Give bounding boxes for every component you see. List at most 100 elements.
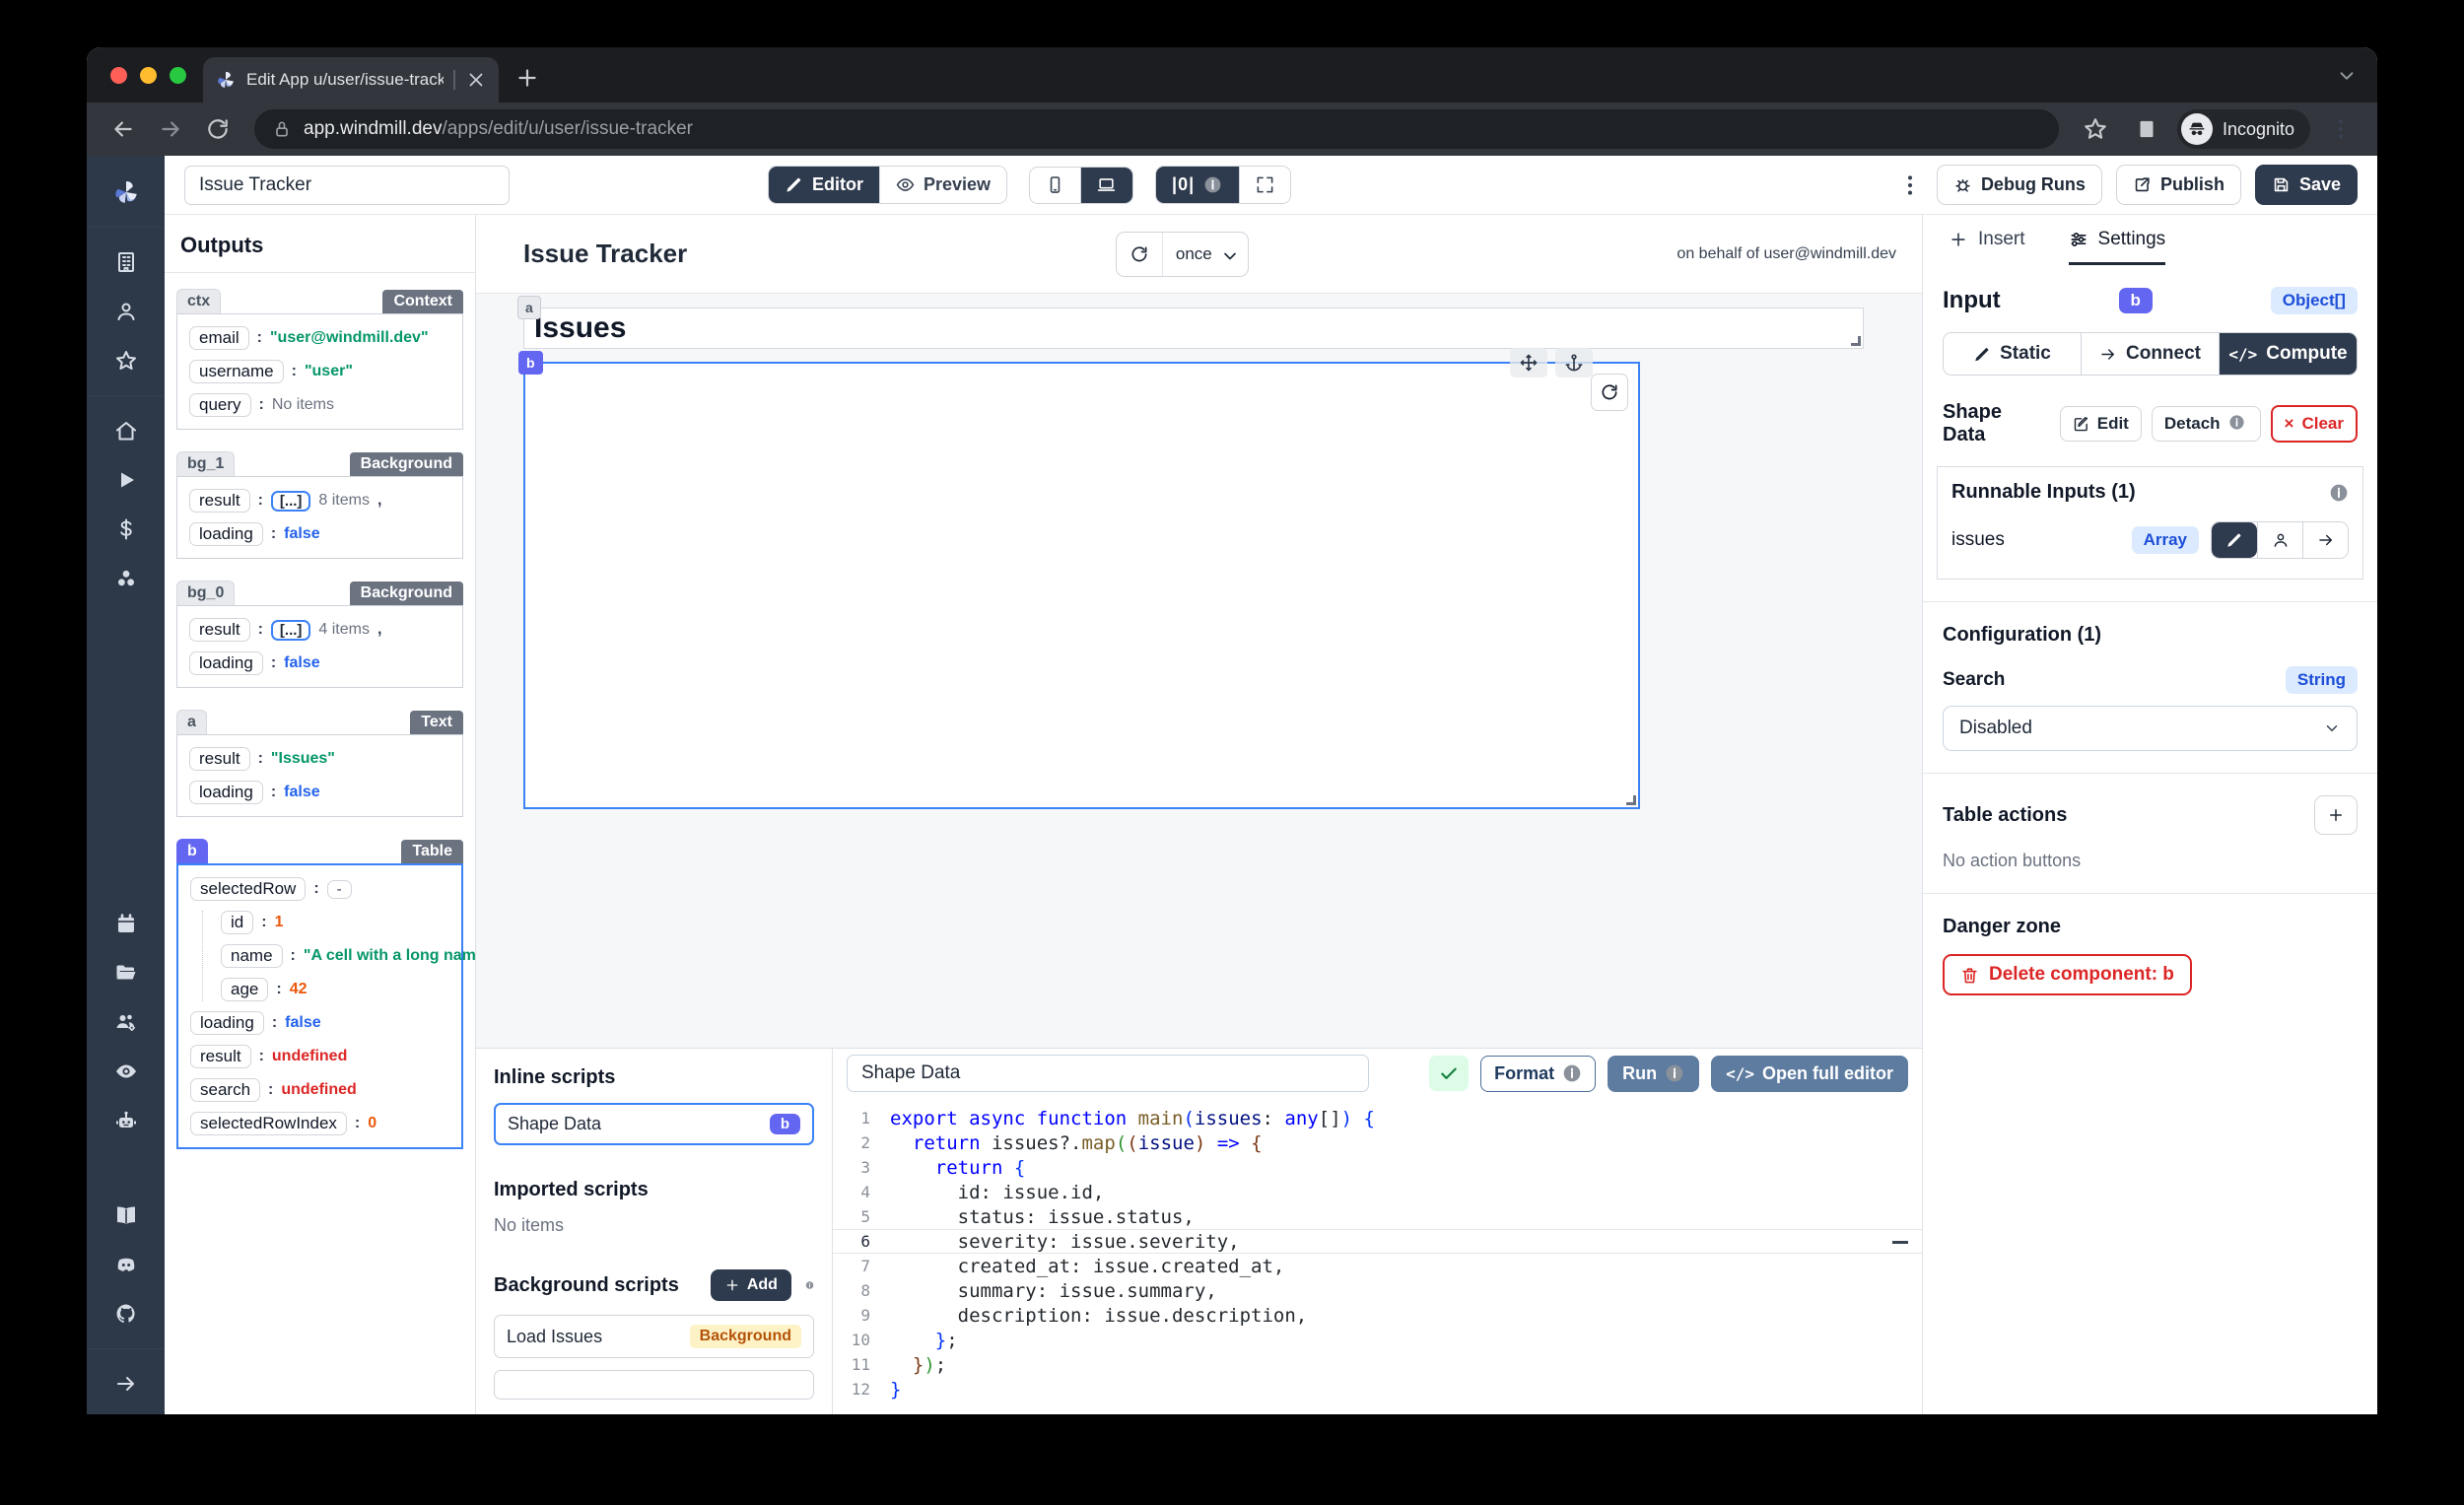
book-icon[interactable]: [103, 1191, 149, 1240]
code-editor[interactable]: 1export async function main(issues: any[…: [833, 1098, 1922, 1414]
open-full-editor-button[interactable]: </>Open full editor: [1711, 1056, 1908, 1092]
output-key[interactable]: search: [190, 1078, 260, 1102]
browser-menu-icon[interactable]: [2328, 116, 2354, 142]
output-key[interactable]: loading: [190, 1011, 264, 1035]
output-key[interactable]: name: [221, 944, 283, 968]
star-icon[interactable]: [103, 336, 149, 385]
output-card-chip[interactable]: b: [176, 839, 208, 863]
cubes-icon[interactable]: [103, 554, 149, 603]
script-name-input[interactable]: [847, 1055, 1369, 1092]
output-key[interactable]: id: [221, 911, 253, 934]
resize-handle[interactable]: [1851, 336, 1861, 346]
zoom-level-button[interactable]: |0|: [1156, 167, 1239, 203]
windmill-logo-icon[interactable]: [103, 168, 149, 217]
output-key[interactable]: age: [221, 978, 268, 1001]
component-a-text[interactable]: a Issues: [523, 308, 1864, 349]
output-key[interactable]: email: [189, 326, 249, 350]
component-b-table[interactable]: b: [523, 362, 1640, 809]
refresh-mode-dropdown[interactable]: once: [1162, 233, 1248, 276]
debug-runs-button[interactable]: Debug Runs: [1937, 165, 2102, 205]
collapse-toggle[interactable]: -: [327, 880, 352, 899]
tab-search-chevron-icon[interactable]: [2336, 65, 2358, 87]
window-controls[interactable]: [110, 67, 186, 84]
connect-source-button[interactable]: [2302, 522, 2348, 558]
browser-tab[interactable]: Edit App u/user/issue-tracker: [203, 57, 499, 103]
side-panel-icon[interactable]: [2134, 116, 2159, 142]
person-icon[interactable]: [103, 287, 149, 336]
edit-button[interactable]: Edit: [2060, 406, 2142, 442]
tab-insert[interactable]: Insert: [1949, 229, 2025, 265]
output-key[interactable]: loading: [189, 781, 263, 804]
reload-icon[interactable]: [205, 116, 231, 142]
output-card-chip[interactable]: ctx: [176, 289, 221, 313]
collapse-toggle[interactable]: [...]: [271, 491, 311, 512]
detach-button[interactable]: Detach: [2152, 406, 2261, 442]
output-key[interactable]: result: [189, 747, 250, 771]
format-button[interactable]: Format: [1480, 1056, 1596, 1092]
maximize-window-button[interactable]: [170, 67, 186, 84]
user-source-button[interactable]: [2257, 522, 2302, 558]
refresh-all-button[interactable]: [1117, 233, 1162, 276]
output-card-chip[interactable]: bg_1: [176, 451, 235, 476]
publish-button[interactable]: Publish: [2116, 165, 2241, 205]
move-handle[interactable]: [1510, 348, 1547, 377]
github-icon[interactable]: [103, 1289, 149, 1338]
more-menu-icon[interactable]: [1897, 172, 1923, 198]
folder-icon[interactable]: [103, 948, 149, 997]
search-mode-select[interactable]: Disabled: [1943, 706, 2358, 751]
app-canvas[interactable]: a Issues b: [476, 294, 1922, 1048]
tab-preview[interactable]: Preview: [879, 167, 1006, 203]
arrow-right-icon[interactable]: [103, 1359, 149, 1408]
tab-close-icon[interactable]: [465, 69, 487, 91]
run-button[interactable]: Run: [1608, 1056, 1699, 1092]
component-refresh-button[interactable]: [1591, 374, 1628, 411]
dollar-icon[interactable]: [103, 505, 149, 554]
output-key[interactable]: query: [189, 393, 251, 417]
tab-editor[interactable]: Editor: [769, 167, 879, 203]
output-key[interactable]: selectedRowIndex: [190, 1112, 347, 1135]
anchor-handle[interactable]: [1555, 348, 1593, 377]
discord-icon[interactable]: [103, 1240, 149, 1289]
output-key[interactable]: loading: [189, 651, 263, 675]
app-name-input[interactable]: [184, 166, 510, 205]
address-bar[interactable]: app.windmill.dev/apps/edit/u/user/issue-…: [254, 109, 2059, 149]
mode-static-button[interactable]: Static: [1944, 333, 2081, 375]
add-background-script-button[interactable]: Add: [711, 1269, 791, 1301]
output-key[interactable]: result: [189, 489, 250, 513]
play-icon[interactable]: [103, 455, 149, 505]
desktop-view-button[interactable]: [1080, 168, 1132, 203]
output-key[interactable]: selectedRow: [190, 877, 306, 901]
resize-handle[interactable]: [1626, 795, 1636, 805]
add-table-action-button[interactable]: [2314, 795, 2358, 835]
home-icon[interactable]: [103, 406, 149, 455]
bookmark-star-icon[interactable]: [2083, 116, 2108, 142]
static-source-button[interactable]: [2212, 522, 2257, 558]
building-icon[interactable]: [103, 238, 149, 287]
users-gear-icon[interactable]: [103, 997, 149, 1047]
tab-settings[interactable]: Settings: [2069, 229, 2166, 265]
close-window-button[interactable]: [110, 67, 127, 84]
save-button[interactable]: Save: [2255, 165, 2358, 205]
output-key[interactable]: username: [189, 360, 284, 383]
inline-script-item[interactable]: Shape Data b: [494, 1103, 814, 1145]
robot-icon[interactable]: [103, 1096, 149, 1145]
calendar-icon[interactable]: [103, 899, 149, 948]
mode-compute-button[interactable]: </>Compute: [2219, 333, 2357, 375]
output-card-chip[interactable]: a: [176, 710, 207, 734]
mobile-view-button[interactable]: [1030, 168, 1080, 203]
delete-component-button[interactable]: Delete component: b: [1943, 954, 2192, 995]
output-key[interactable]: result: [189, 618, 250, 642]
back-icon[interactable]: [110, 116, 136, 142]
minimize-window-button[interactable]: [140, 67, 157, 84]
collapse-toggle[interactable]: [...]: [271, 620, 311, 641]
new-tab-icon[interactable]: [514, 65, 540, 91]
mode-connect-button[interactable]: Connect: [2081, 333, 2219, 375]
output-key[interactable]: result: [190, 1045, 251, 1068]
forward-icon[interactable]: [158, 116, 183, 142]
background-script-item-clipped[interactable]: [494, 1370, 814, 1400]
output-key[interactable]: loading: [189, 522, 263, 546]
clear-button[interactable]: ×Clear: [2271, 405, 2358, 443]
fullscreen-button[interactable]: [1239, 167, 1290, 203]
output-card-chip[interactable]: bg_0: [176, 581, 235, 605]
eye-icon[interactable]: [103, 1047, 149, 1096]
